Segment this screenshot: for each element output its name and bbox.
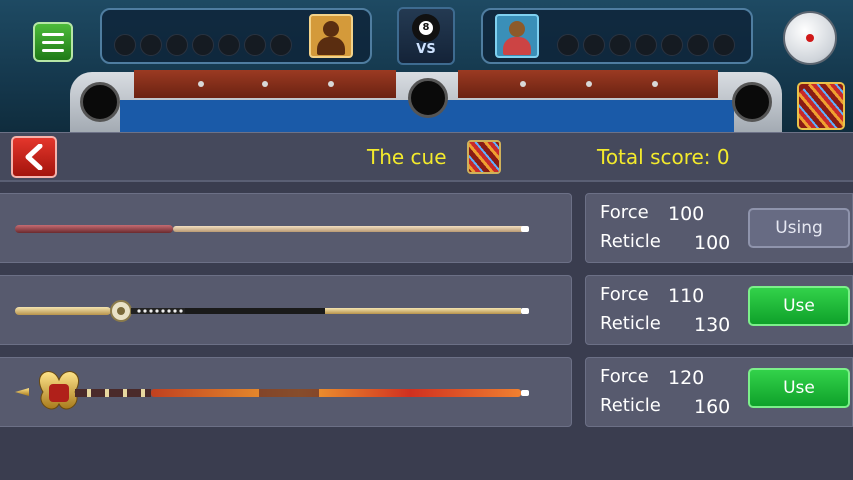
force-value: 100	[668, 203, 705, 225]
ball-slot	[192, 34, 214, 56]
cue-image-card	[0, 275, 572, 345]
ball-slot	[713, 34, 735, 56]
ornate-black-cue-icon	[15, 300, 529, 322]
ball-slot	[114, 34, 136, 56]
ball-slot	[244, 34, 266, 56]
basic-cue-icon	[15, 225, 529, 233]
reticle-value: 130	[694, 314, 731, 336]
force-value: 110	[668, 285, 705, 307]
page-title: The cue	[367, 145, 447, 169]
ball-slot	[609, 34, 631, 56]
ball-slot	[583, 34, 605, 56]
ball-slot	[635, 34, 657, 56]
use-button[interactable]: Use	[748, 368, 850, 408]
cues-shop-button[interactable]	[797, 82, 845, 130]
pocket	[408, 78, 448, 118]
ball-slot	[140, 34, 162, 56]
cues-icon	[799, 84, 843, 128]
using-button[interactable]: Using	[748, 208, 850, 248]
reticle-value: 100	[694, 232, 731, 254]
ball-slot	[687, 34, 709, 56]
force-label: Force	[600, 284, 649, 305]
force-label: Force	[600, 366, 649, 387]
total-score: Total score: 0	[597, 145, 730, 169]
cue-shop-header: The cue Total score: 0	[0, 132, 853, 182]
versus-badge: 8 VS	[397, 7, 455, 65]
back-button[interactable]	[11, 136, 57, 178]
cue-image-card	[0, 193, 572, 263]
cue-stats-card: Force 110 Reticle 130 Use	[585, 275, 853, 345]
ball-slot	[166, 34, 188, 56]
menu-icon	[42, 32, 64, 36]
cue-ball-spin-button[interactable]	[783, 11, 837, 65]
menu-button[interactable]	[33, 22, 73, 62]
player-two-panel	[481, 8, 753, 64]
pocket	[80, 82, 120, 122]
cue-ball-icon	[806, 34, 814, 42]
game-table-background: 8 VS	[0, 0, 853, 132]
force-value: 120	[668, 367, 705, 389]
cue-list-item: Force 100 Reticle 100 Using	[0, 193, 853, 265]
golden-phoenix-cue-icon	[15, 371, 529, 410]
player-one-avatar-icon[interactable]	[309, 14, 353, 58]
ball-slot	[557, 34, 579, 56]
vs-label: VS	[416, 42, 436, 57]
back-arrow-icon	[25, 144, 43, 170]
pocket	[732, 82, 772, 122]
player-two-avatar-icon[interactable]	[495, 14, 539, 58]
ball-slot	[661, 34, 683, 56]
cue-image-card	[0, 357, 572, 427]
reticle-label: Reticle	[600, 313, 661, 334]
reticle-label: Reticle	[600, 231, 661, 252]
ball-slot	[270, 34, 292, 56]
force-label: Force	[600, 202, 649, 223]
eight-ball-icon: 8	[412, 14, 440, 42]
cue-stats-card: Force 120 Reticle 160 Use	[585, 357, 853, 427]
cue-list-item: Force 110 Reticle 130 Use	[0, 275, 853, 347]
ball-slot	[218, 34, 240, 56]
cues-icon	[467, 140, 501, 174]
use-button[interactable]: Use	[748, 286, 850, 326]
cue-stats-card: Force 100 Reticle 100 Using	[585, 193, 853, 263]
player-one-panel	[100, 8, 372, 64]
cue-list-item: Force 120 Reticle 160 Use	[0, 357, 853, 429]
reticle-value: 160	[694, 396, 731, 418]
reticle-label: Reticle	[600, 395, 661, 416]
